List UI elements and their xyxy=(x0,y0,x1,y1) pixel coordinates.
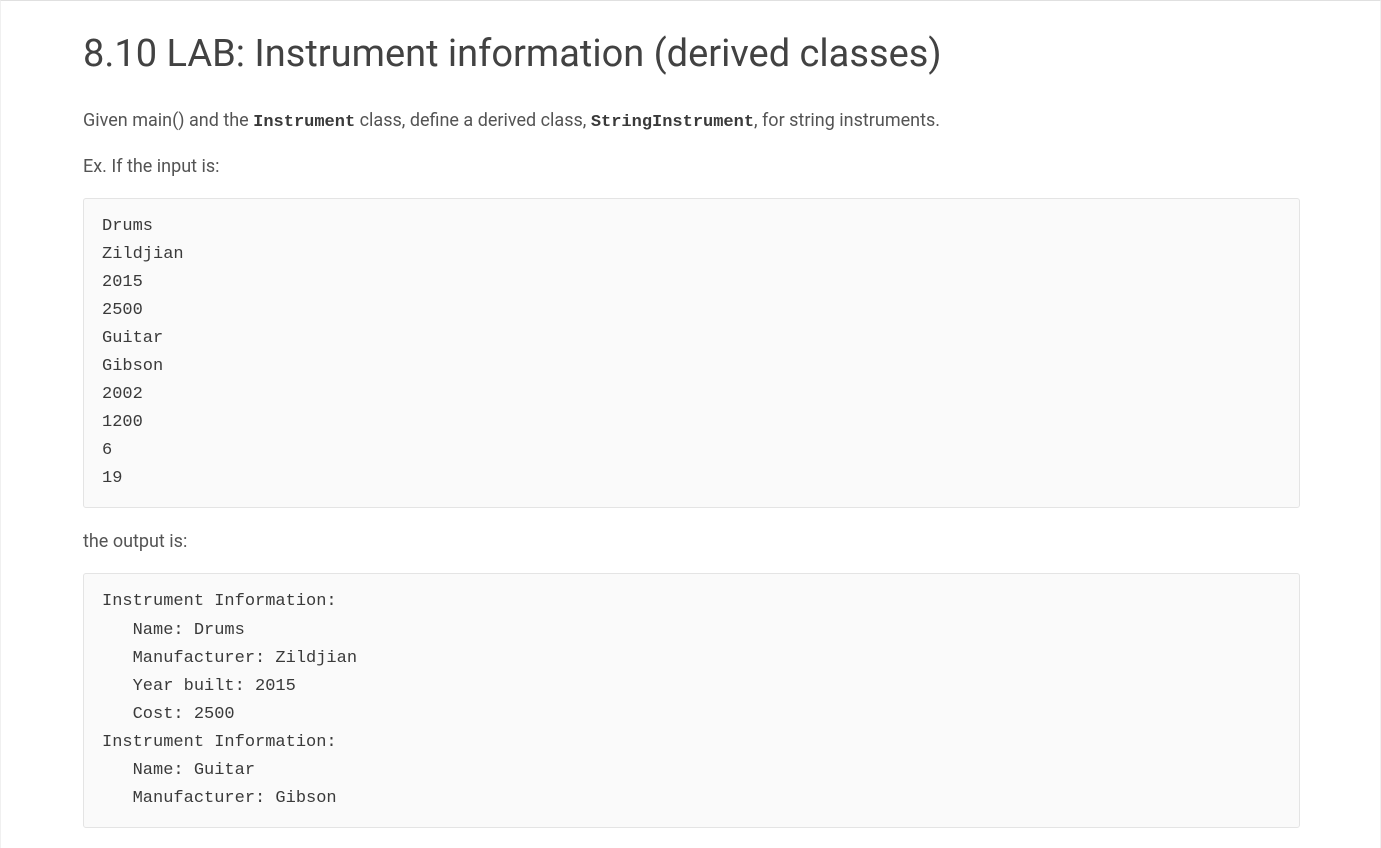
intro-text-post: , for string instruments. xyxy=(754,110,940,131)
intro-paragraph: Given main() and the Instrument class, d… xyxy=(83,107,1300,136)
lab-page: 8.10 LAB: Instrument information (derive… xyxy=(0,0,1381,848)
example-output-label: the output is: xyxy=(83,528,1300,555)
intro-text-pre: Given main() and the xyxy=(83,110,253,131)
input-code-block: Drums Zildjian 2015 2500 Guitar Gibson 2… xyxy=(83,198,1300,508)
example-input-label: Ex. If the input is: xyxy=(83,153,1300,180)
intro-text-mid: class, define a derived class, xyxy=(355,110,591,131)
output-code-block: Instrument Information: Name: Drums Manu… xyxy=(83,573,1300,827)
page-title: 8.10 LAB: Instrument information (derive… xyxy=(83,31,1300,79)
code-instrument: Instrument xyxy=(253,113,355,132)
code-stringinstrument: StringInstrument xyxy=(591,113,754,132)
